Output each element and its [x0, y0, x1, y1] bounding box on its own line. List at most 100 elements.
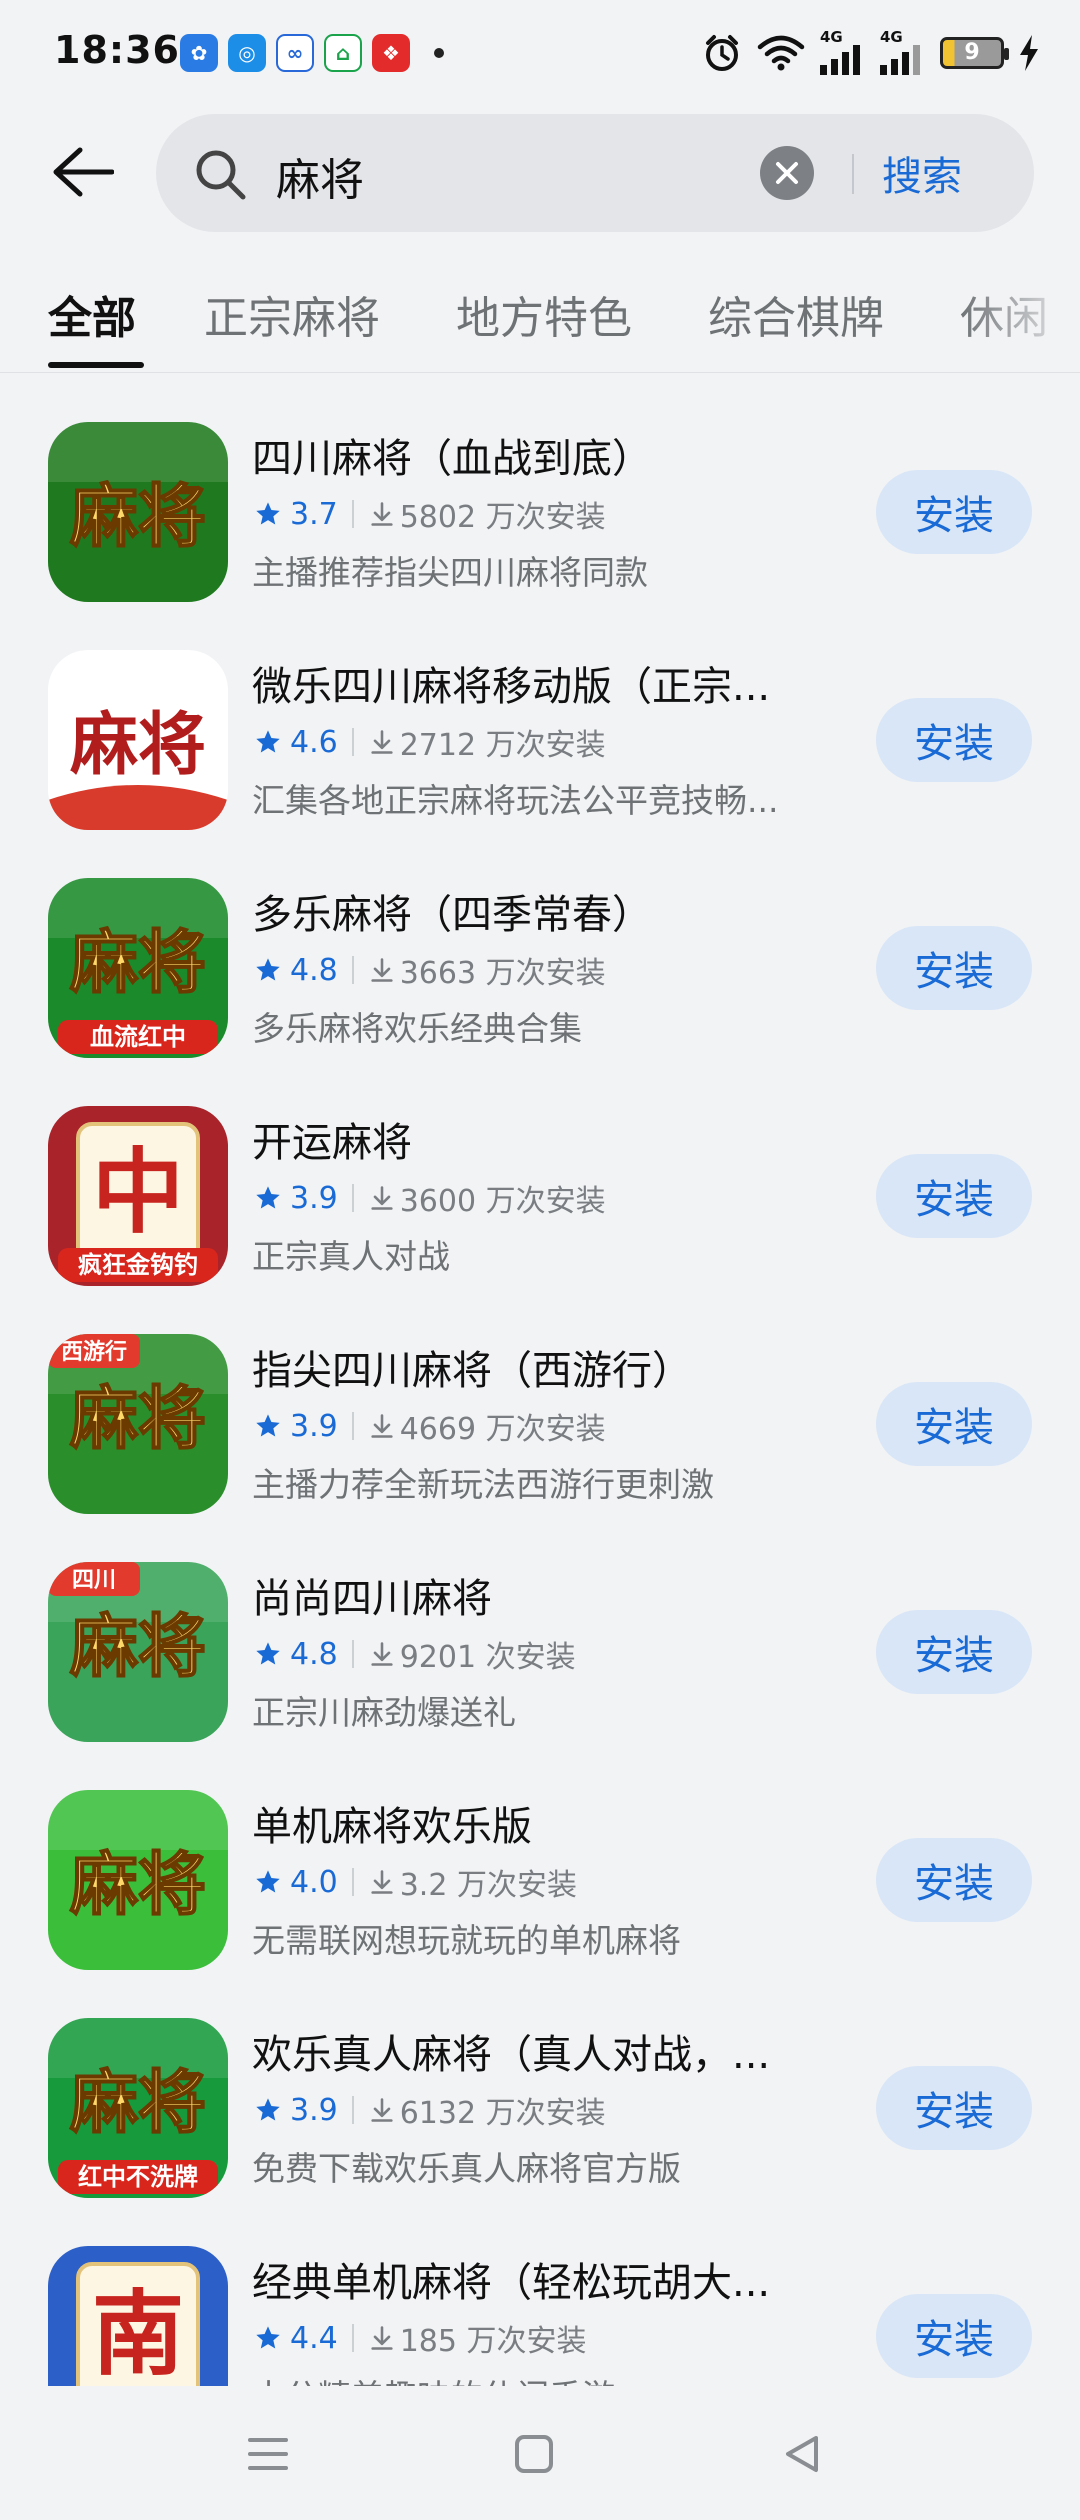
app-list-item[interactable]: 麻将 四川麻将（血战到底） 3.7 5802 万次安装 主播推荐指尖四川麻将同款 安装 [0, 400, 1080, 628]
app-icon[interactable]: 麻将 [48, 1790, 228, 1970]
download-icon [371, 1186, 393, 1210]
tab-authentic-mahjong[interactable]: 正宗麻将 [204, 282, 380, 346]
meta-divider [351, 2324, 354, 2352]
install-button[interactable]: 安装 [876, 2066, 1032, 2150]
app-name[interactable]: 微乐四川麻将移动版（正宗... [252, 654, 812, 712]
search-input[interactable]: 麻将 [276, 144, 364, 208]
app-install-count: 5802 万次安装 [399, 500, 606, 535]
meta-divider [351, 1412, 354, 1440]
install-button[interactable]: 安装 [876, 470, 1032, 554]
meta-divider [351, 1868, 354, 1896]
notification-app-icon: ∞ [276, 34, 314, 72]
app-icon[interactable]: 麻将 红中不洗牌 [48, 2018, 228, 2198]
search-box[interactable]: 麻将 搜索 [156, 114, 1034, 232]
install-button[interactable]: 安装 [876, 698, 1032, 782]
navigation-bar [0, 2386, 1080, 2520]
app-list-item[interactable]: 麻将 红中不洗牌 欢乐真人麻将（真人对战，... 3.9 6132 万次安装 免费下载欢乐… [0, 1996, 1080, 2224]
meta-divider [351, 956, 354, 984]
download-icon [371, 2326, 393, 2350]
home-nav-button[interactable] [502, 2422, 566, 2486]
app-name[interactable]: 经典单机麻将（轻松玩胡大... [252, 2250, 812, 2308]
menu-nav-button[interactable] [236, 2422, 300, 2486]
app-list-item[interactable]: 麻将 单机麻将欢乐版 4.0 3.2 万次安装 无需联网想玩就玩的单机麻将 安装 [0, 1768, 1080, 1996]
app-icon[interactable]: 麻将 [48, 650, 228, 830]
icon-badge-text: 疯狂金钩钓 [78, 1251, 198, 1279]
app-icon-art: 南 [48, 2246, 228, 2386]
app-list-item[interactable]: 南 经典单机麻将（轻松玩胡大... 4.4 185 万次安装十分精美趣味的休闲手游 安装 [0, 2224, 1080, 2386]
install-button[interactable]: 安装 [876, 2294, 1032, 2378]
network-type-label: 4G [880, 28, 903, 46]
back-arrow-icon [53, 147, 114, 197]
meta-divider [351, 500, 354, 528]
app-icon-art: 麻将 西游行 [48, 1334, 228, 1514]
app-icon-art: 麻将 [48, 422, 228, 602]
more-notifications-dot [434, 48, 444, 58]
install-button[interactable]: 安装 [876, 926, 1032, 1010]
install-button[interactable]: 安装 [876, 1838, 1032, 1922]
app-rating: 4.8 [290, 952, 338, 988]
svg-text:中: 中 [92, 1142, 184, 1244]
network-type-label: 4G [820, 28, 843, 46]
app-rating: 4.4 [290, 2320, 338, 2356]
download-icon [371, 958, 393, 982]
download-icon [371, 502, 393, 526]
app-install-count: 3.2 万次安装 [399, 1868, 577, 1903]
search-icon [192, 146, 248, 206]
app-icon[interactable]: 麻将 西游行 [48, 1334, 228, 1514]
app-name[interactable]: 开运麻将 [252, 1110, 812, 1168]
app-list-item[interactable]: 麻将 血流红中 多乐麻将（四季常春） 4.8 3663 万次安装 多乐麻将欢乐经典合集 安装 [0, 856, 1080, 1084]
app-icon[interactable]: 麻将 血流红中 [48, 878, 228, 1058]
app-name[interactable]: 单机麻将欢乐版 [252, 1794, 812, 1852]
search-button[interactable]: 搜索 [882, 144, 962, 202]
app-name[interactable]: 多乐麻将（四季常春） [252, 882, 812, 940]
install-button[interactable]: 安装 [876, 1154, 1032, 1238]
app-name[interactable]: 四川麻将（血战到底） [252, 426, 812, 484]
app-icon[interactable]: 麻将 四川 [48, 1562, 228, 1742]
app-rating: 3.9 [290, 2092, 338, 2128]
app-list-item[interactable]: 麻将 西游行 指尖四川麻将（西游行） 3.9 4669 万次安装 主播力荐全新玩法西游行更… [0, 1312, 1080, 1540]
clear-search-button[interactable] [760, 146, 814, 200]
app-description: 正宗真人对战 [252, 1237, 450, 1276]
app-rating: 3.9 [290, 1180, 338, 1216]
cellular-signal-icon: 4G [880, 30, 926, 75]
app-icon-art: 麻将四川 [48, 1562, 228, 1742]
install-button[interactable]: 安装 [876, 1610, 1032, 1694]
tab-all[interactable]: 全部 [48, 282, 136, 346]
app-icon[interactable]: 中疯狂金钩钓 [48, 1106, 228, 1286]
status-bar: 18:36 ✿ ◎ ∞ ⌂ ❖ 4G 4G 9 [0, 0, 1080, 105]
app-rating: 3.7 [290, 496, 338, 532]
app-description: 多乐麻将欢乐经典合集 [252, 1009, 582, 1048]
tab-local-specialty[interactable]: 地方特色 [456, 282, 632, 346]
category-tabs: 全部 正宗麻将 地方特色 综合棋牌 休闲 [0, 270, 1080, 374]
download-icon [371, 2098, 393, 2122]
app-list-item[interactable]: 麻将 微乐四川麻将移动版（正宗... 4.6 2712 万次安装 汇集各地正宗麻将玩法公… [0, 628, 1080, 856]
meta-divider [351, 1640, 354, 1668]
download-icon [371, 1414, 393, 1438]
app-rating: 4.0 [290, 1864, 338, 1900]
battery-icon: 9 [940, 36, 1009, 69]
app-icon[interactable]: 麻将 [48, 422, 228, 602]
icon-badge-text: 血流红中 [90, 1023, 186, 1051]
back-triangle-icon [786, 2436, 818, 2472]
svg-text:麻将: 麻将 [70, 925, 206, 1001]
app-name[interactable]: 指尖四川麻将（西游行） [252, 1338, 812, 1396]
notification-app-icon: ⌂ [324, 34, 362, 72]
star-icon [256, 730, 280, 753]
install-button[interactable]: 安装 [876, 1382, 1032, 1466]
star-icon [256, 1870, 280, 1893]
icon-badge-text: 四川 [72, 1567, 116, 1592]
back-nav-button[interactable] [770, 2422, 834, 2486]
app-meta: 3.9 6132 万次安装 [254, 2088, 606, 2132]
app-description: 正宗川麻劲爆送礼 [252, 1693, 516, 1732]
app-list: 麻将 四川麻将（血战到底） 3.7 5802 万次安装 主播推荐指尖四川麻将同款 安装 麻将… [0, 400, 1080, 2386]
back-button[interactable] [44, 140, 120, 204]
app-icon[interactable]: 南 [48, 2246, 228, 2386]
app-list-item[interactable]: 麻将 四川 尚尚四川麻将 4.8 9201 次安装 正宗川麻劲爆送礼 安装 [0, 1540, 1080, 1768]
notification-icons: ✿ ◎ ∞ ⌂ ❖ [180, 34, 444, 72]
tab-card-games[interactable]: 综合棋牌 [708, 282, 884, 346]
svg-text:麻将: 麻将 [70, 1847, 206, 1923]
app-name[interactable]: 欢乐真人麻将（真人对战，... [252, 2022, 812, 2080]
app-list-item[interactable]: 中疯狂金钩钓 开运麻将 3.9 3600 万次安装 正宗真人对战 安装 [0, 1084, 1080, 1312]
app-install-count: 2712 万次安装 [399, 728, 606, 763]
app-name[interactable]: 尚尚四川麻将 [252, 1566, 812, 1624]
